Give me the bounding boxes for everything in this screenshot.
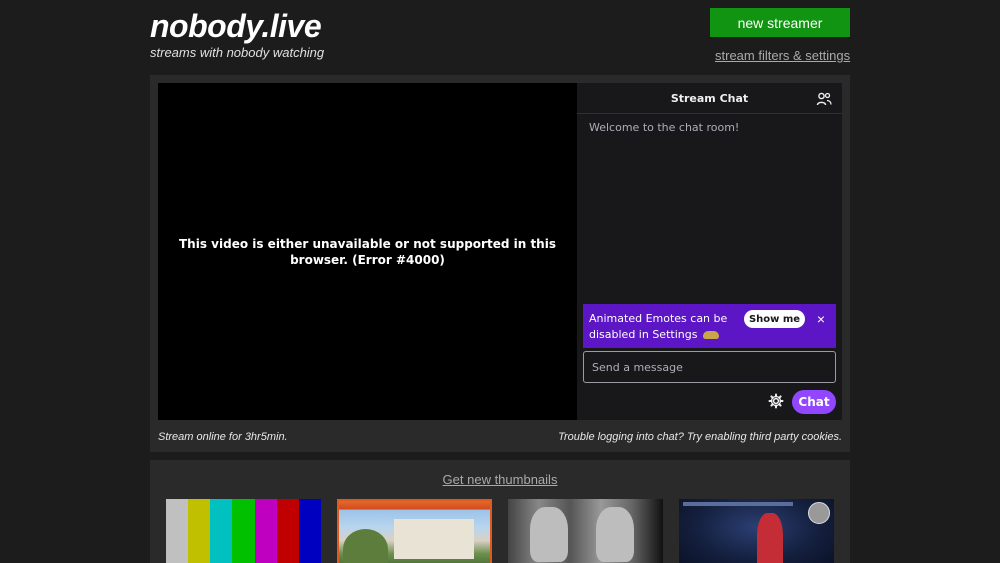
chat-message-input[interactable] — [583, 351, 836, 383]
thumbnail-webcam — [808, 502, 830, 524]
test-pattern-bar — [166, 499, 189, 563]
stream-online-status: Stream online for 3hr5min. — [158, 431, 288, 443]
chat-header: Stream Chat — [577, 83, 842, 114]
stream-filters-link[interactable]: stream filters & settings — [715, 48, 850, 63]
test-pattern-bar — [276, 499, 299, 563]
stream-panel: This video is either unavailable or not … — [150, 75, 850, 452]
video-error-message: This video is either unavailable or not … — [179, 236, 556, 267]
emote-icon — [702, 331, 719, 339]
banner-text: Animated Emotes can be disabled in Setti… — [589, 311, 739, 343]
stream-thumbnail[interactable] — [337, 499, 492, 563]
thumbnail-cat — [530, 507, 568, 562]
show-me-button[interactable]: Show me — [744, 310, 805, 328]
users-icon[interactable] — [816, 91, 832, 107]
chat-title: Stream Chat — [670, 91, 749, 105]
test-pattern-bar — [298, 499, 321, 563]
get-new-thumbnails-link[interactable]: Get new thumbnails — [150, 472, 850, 487]
chat-welcome-message: Welcome to the chat room! — [589, 121, 740, 134]
site-title: nobody.live — [150, 8, 322, 44]
thumbnail-hud — [683, 502, 793, 506]
thumbnail-cat — [596, 507, 634, 562]
stream-thumbnail[interactable] — [508, 499, 663, 563]
new-streamer-button[interactable]: new streamer — [710, 8, 850, 37]
thumbnails-panel: Get new thumbnails — [150, 460, 850, 563]
thumbnail-character — [757, 513, 783, 563]
thumbnail-building — [394, 519, 474, 559]
site-subtitle: streams with nobody watching — [150, 45, 325, 60]
thumbnail-tree — [343, 529, 388, 563]
stream-thumbnail[interactable] — [679, 499, 834, 563]
stream-thumbnail[interactable] — [166, 499, 321, 563]
chat-trouble-note: Trouble logging into chat? Try enabling … — [558, 431, 842, 443]
gear-icon[interactable] — [768, 393, 784, 409]
close-icon[interactable]: × — [813, 310, 829, 328]
chat-panel: Stream Chat Welcome to the chat room! An… — [577, 83, 842, 420]
video-player[interactable]: This video is either unavailable or not … — [158, 83, 577, 420]
test-pattern-bar — [254, 499, 277, 563]
test-pattern-bar — [210, 499, 233, 563]
chat-send-button[interactable]: Chat — [792, 390, 836, 414]
animated-emotes-banner: Animated Emotes can be disabled in Setti… — [583, 304, 836, 348]
test-pattern-bar — [188, 499, 211, 563]
test-pattern-bar — [232, 499, 255, 563]
